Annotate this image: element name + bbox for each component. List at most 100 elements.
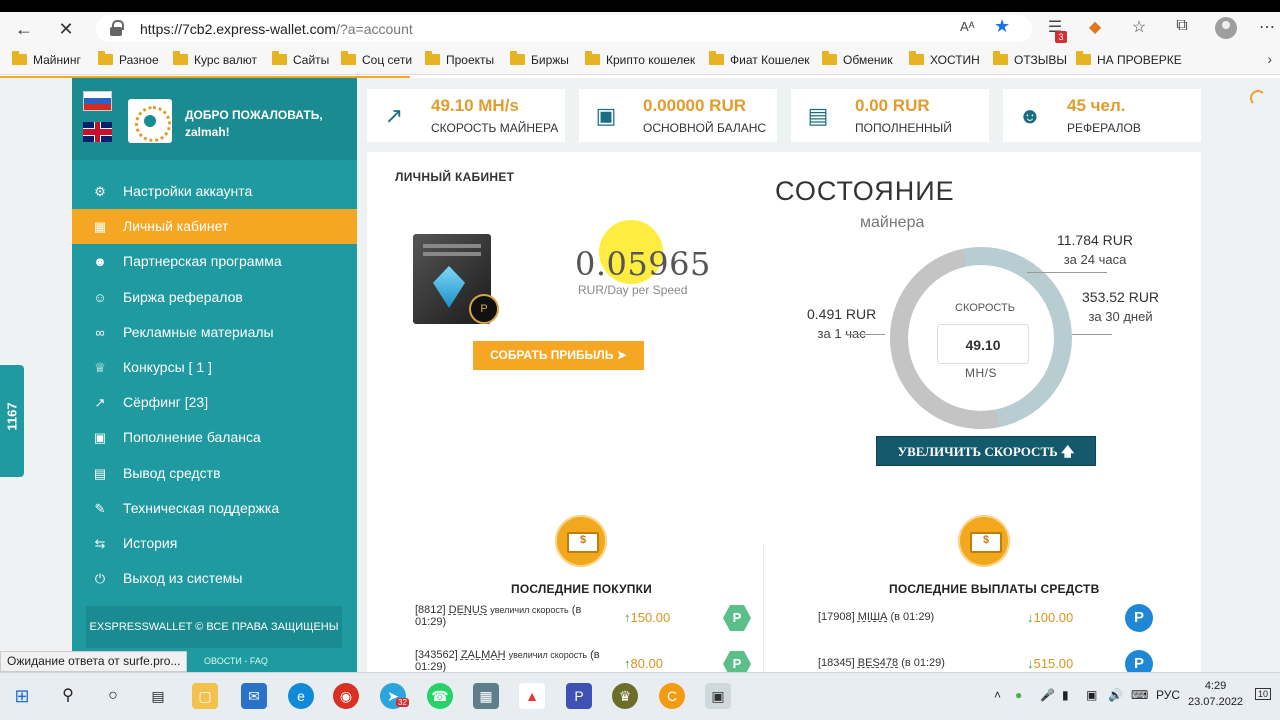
lock-icon[interactable] bbox=[110, 20, 124, 36]
sidebar-item-surfing[interactable]: ↗ Сёрфинг [23] bbox=[72, 385, 357, 420]
language-indicator[interactable]: РУС bbox=[1156, 688, 1180, 702]
whatsapp-icon[interactable]: ☎ bbox=[427, 683, 453, 709]
chrome-icon[interactable]: ◉ bbox=[333, 683, 359, 709]
telegram-badge: 32 bbox=[396, 698, 409, 707]
bookmark-folder[interactable]: Проекты bbox=[425, 51, 494, 67]
sidebar-item-promo-materials[interactable]: ∞ Рекламные материалы bbox=[72, 315, 357, 350]
sidebar-item-logout[interactable]: ⏻ Выход из системы bbox=[72, 561, 357, 596]
notifications-icon[interactable]: 10 bbox=[1255, 688, 1272, 700]
folder-icon bbox=[993, 51, 1008, 65]
external-link-icon: ↗ bbox=[94, 395, 106, 411]
sidebar-item-contests[interactable]: ♕ Конкурсы [ 1 ] bbox=[72, 350, 357, 385]
payeer-icon: P bbox=[723, 651, 751, 672]
edge-browser-icon[interactable]: e bbox=[288, 683, 314, 709]
microphone-icon[interactable]: 🎤 bbox=[1040, 688, 1055, 702]
sidebar-item-account-settings[interactable]: ⚙ Настройки аккаунта bbox=[72, 174, 357, 209]
cortana-icon[interactable]: ○ bbox=[100, 683, 126, 709]
miner-state-title: СОСТОЯНИЕ bbox=[775, 176, 955, 206]
sidebar-item-personal-cabinet[interactable]: ▦ Личный кабинет bbox=[72, 209, 357, 245]
sidebar-item-referral-exchange[interactable]: ☺ Биржа рефералов bbox=[72, 280, 357, 315]
chart-app-icon[interactable]: ▲ bbox=[519, 683, 545, 709]
address-bar[interactable]: https://7cb2.express-wallet.com/?a=accou… bbox=[96, 15, 1032, 42]
tray-app-icon[interactable]: ● bbox=[1015, 688, 1022, 702]
stat-card-balance: ▣ 0.00000 RUR ОСНОВНОЙ БАЛАНС bbox=[579, 89, 777, 142]
bookmark-folder[interactable]: ОТЗЫВЫ bbox=[993, 51, 1067, 67]
bookmark-folder[interactable]: Крипто кошелек bbox=[585, 51, 695, 67]
bookmark-folder[interactable]: Разное bbox=[98, 51, 159, 67]
notes-app-icon[interactable]: P bbox=[566, 683, 592, 709]
sidebar-item-deposit[interactable]: ▣ Пополнение баланса bbox=[72, 420, 357, 455]
money-icon bbox=[958, 515, 1010, 567]
windows-start-icon[interactable]: ⊞ bbox=[9, 683, 35, 709]
profile-avatar-icon[interactable] bbox=[1215, 17, 1237, 39]
more-menu-icon[interactable]: ⋯ bbox=[1256, 17, 1278, 37]
bookmark-folder[interactable]: ХОСТИН bbox=[909, 51, 980, 67]
footer-links[interactable]: ОВОСТИ - FAQ bbox=[204, 656, 268, 666]
metamask-fox-icon[interactable]: ◆ bbox=[1084, 17, 1106, 37]
payout-row: [17908] МIША (в 01:29) bbox=[818, 611, 935, 623]
bookmarks-overflow-icon[interactable]: › bbox=[1267, 51, 1272, 67]
speed-value: 49.10 bbox=[937, 324, 1029, 364]
bookmark-folder[interactable]: Биржы bbox=[510, 51, 569, 67]
payout-row: [18345] BES478 (в 01:29) bbox=[818, 657, 945, 669]
increase-speed-button[interactable]: УВЕЛИЧИТЬ СКОРОСТЬ 🡅 bbox=[876, 436, 1096, 466]
payout-amount: 515.00 bbox=[1027, 656, 1074, 671]
stat-card-deposited: ▤ 0.00 RUR ПОПОЛНЕННЫЙ bbox=[791, 89, 989, 142]
file-explorer-icon[interactable]: ▢ bbox=[192, 683, 218, 709]
bookmark-folder[interactable]: НА ПРОВЕРКЕ bbox=[1076, 51, 1182, 67]
sidebar-item-withdraw[interactable]: ▤ Вывод средств bbox=[72, 456, 357, 491]
settings-window-icon[interactable]: ▣ bbox=[705, 683, 731, 709]
collect-profit-button[interactable]: СОБРАТЬ ПРИБЫЛЬ ➤ bbox=[473, 341, 644, 370]
section-title: ЛИЧНЫЙ КАБИНЕТ bbox=[395, 170, 515, 184]
online-users-tab[interactable]: 1167 bbox=[0, 365, 24, 477]
bookmark-folder[interactable]: Обменик bbox=[822, 51, 892, 67]
russian-flag-icon[interactable] bbox=[83, 91, 112, 111]
trophy-icon: ♕ bbox=[94, 359, 106, 375]
payeer-icon: P bbox=[723, 605, 751, 631]
tray-overflow-icon[interactable]: ˄ bbox=[994, 688, 1001, 702]
bookmark-folder[interactable]: Курс валют bbox=[173, 51, 257, 67]
back-icon[interactable]: ← bbox=[12, 17, 36, 41]
url-text: https://7cb2.express-wallet.com/?a=accou… bbox=[140, 21, 413, 37]
line-chart-icon: ↗ bbox=[384, 103, 404, 128]
payout-amount: 100.00 bbox=[1027, 610, 1074, 625]
stop-loading-icon[interactable]: ✕ bbox=[54, 17, 78, 41]
column-divider bbox=[763, 544, 764, 672]
folder-icon bbox=[1076, 51, 1091, 65]
search-icon[interactable]: ⚲ bbox=[55, 683, 81, 709]
miner-state-subtitle: майнера bbox=[860, 214, 925, 231]
bookmarks-bar: Майнинг Разное Курс валют Сайты Соц сети… bbox=[0, 45, 1280, 75]
mail-icon[interactable]: ✉ bbox=[241, 683, 267, 709]
game-app-icon[interactable]: ♛ bbox=[612, 683, 638, 709]
sidebar-item-history[interactable]: ⇆ История bbox=[72, 526, 357, 561]
browser-status-bar: Ожидание ответа от surfe.pro... bbox=[0, 651, 188, 672]
user-plus-icon: ☺ bbox=[93, 289, 107, 305]
miner-server-image: P bbox=[413, 234, 499, 324]
sidebar-item-support[interactable]: ✎ Техническая поддержка bbox=[72, 491, 357, 526]
welcome-text: ДОБРО ПОЖАЛОВАТЬ, zalmah! bbox=[185, 108, 323, 139]
purchase-row: [8812] DENUS увеличил скорость (в 01:29) bbox=[415, 604, 582, 628]
sidebar-item-partner-program[interactable]: ☻ Партнерская программа bbox=[72, 244, 357, 279]
loading-spinner-icon bbox=[1250, 90, 1266, 106]
purchase-amount: 150.00 bbox=[624, 610, 671, 625]
english-flag-icon[interactable] bbox=[83, 122, 112, 142]
purchases-title: ПОСЛЕДНИЕ ПОКУПКИ bbox=[511, 582, 652, 596]
bookmark-folder[interactable]: Соц сети bbox=[341, 51, 412, 67]
collections-icon[interactable]: ⧉ bbox=[1171, 17, 1193, 35]
task-view-icon[interactable]: ▤ bbox=[145, 683, 171, 709]
bookmark-folder[interactable]: Майнинг bbox=[12, 51, 81, 67]
favorite-star-icon[interactable]: ★ bbox=[994, 16, 1010, 37]
favorites-list-icon[interactable]: ☆ bbox=[1128, 17, 1150, 37]
network-icon[interactable]: ▣ bbox=[1086, 688, 1097, 702]
system-clock[interactable]: 4:29 23.07.2022 bbox=[1188, 678, 1243, 710]
bookmark-folder[interactable]: Фиат Кошелек bbox=[709, 51, 810, 67]
read-aloud-icon[interactable]: Aᴬ bbox=[960, 19, 975, 34]
battery-icon[interactable]: ▮ bbox=[1062, 688, 1069, 702]
volume-icon[interactable]: 🔊 bbox=[1108, 688, 1123, 702]
bookmark-folder[interactable]: Сайты bbox=[272, 51, 329, 67]
calculator-icon[interactable]: ▦ bbox=[473, 683, 499, 709]
folder-icon bbox=[341, 51, 356, 65]
power-icon: ⏻ bbox=[94, 571, 106, 587]
keyboard-icon[interactable]: ⌨ bbox=[1131, 688, 1148, 702]
coin-app-icon[interactable]: C bbox=[659, 683, 685, 709]
